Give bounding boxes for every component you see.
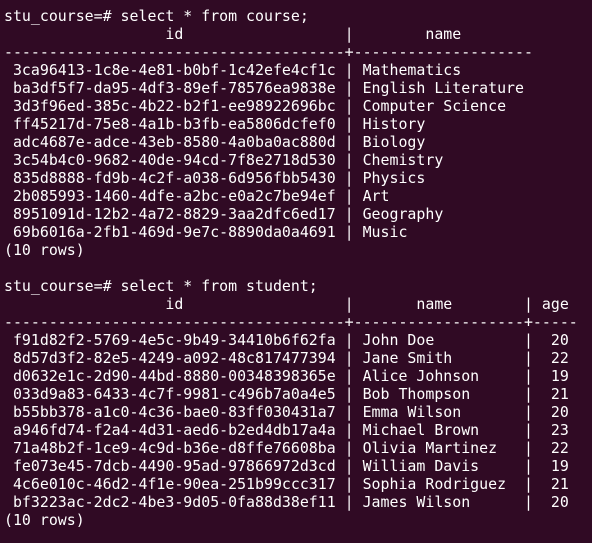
table-header: id | name | age bbox=[4, 295, 569, 313]
table-row: b55bb378-a1c0-4c36-bae0-83ff030431a7 | E… bbox=[4, 403, 569, 421]
table-row: 8d57d3f2-82e5-4249-a092-48c817477394 | J… bbox=[4, 349, 569, 367]
row-count: (10 rows) bbox=[4, 241, 85, 259]
table-row: 033d9a83-6433-4c7f-9981-c496b7a0a4e5 | B… bbox=[4, 385, 569, 403]
table-row: 3ca96413-1c8e-4e81-b0bf-1c42efe4cf1c | M… bbox=[4, 61, 462, 79]
table-row: 835d8888-fd9b-4c2f-a038-6d956fbb5430 | P… bbox=[4, 169, 426, 187]
table-separator: --------------------------------------+-… bbox=[4, 313, 578, 331]
table-row: adc4687e-adce-43eb-8580-4a0ba0ac880d | B… bbox=[4, 133, 426, 151]
table-row: bf3223ac-2dc2-4be3-9d05-0fa88d38ef11 | J… bbox=[4, 493, 569, 511]
table-row: 3c54b4c0-9682-40de-94cd-7f8e2718d530 | C… bbox=[4, 151, 444, 169]
table-row: 3d3f96ed-385c-4b22-b2f1-ee98922696bc | C… bbox=[4, 97, 507, 115]
table-row: f91d82f2-5769-4e5c-9b49-34410b6f62fa | J… bbox=[4, 331, 569, 349]
table-row: 8951091d-12b2-4a72-8829-3aa2dfc6ed17 | G… bbox=[4, 205, 444, 223]
table-row: ff45217d-75e8-4a1b-b3fb-ea5806dcfef0 | H… bbox=[4, 115, 426, 133]
prompt-line: stu_course=# select * from student; bbox=[4, 277, 318, 295]
table-row: fe073e45-7dcb-4490-95ad-97866972d3cd | W… bbox=[4, 457, 569, 475]
row-count: (10 rows) bbox=[4, 511, 85, 529]
table-row: 4c6e010c-46d2-4f1e-90ea-251b99ccc317 | S… bbox=[4, 475, 569, 493]
table-row: ba3df5f7-da95-4df3-89ef-78576ea9838e | E… bbox=[4, 79, 524, 97]
table-header: id | name bbox=[4, 25, 462, 43]
table-row: 2b085993-1460-4dfe-a2bc-e0a2c7be94ef | A… bbox=[4, 187, 390, 205]
table-row: a946fd74-f2a4-4d31-aed6-b2ed4db17a4a | M… bbox=[4, 421, 569, 439]
terminal-window[interactable]: stu_course=# select * from course; id | … bbox=[0, 0, 592, 543]
table-row: 69b6016a-2fb1-469d-9e7c-8890da0a4691 | M… bbox=[4, 223, 408, 241]
table-separator: --------------------------------------+-… bbox=[4, 43, 533, 61]
table-row: d0632e1c-2d90-44bd-8880-00348398365e | A… bbox=[4, 367, 569, 385]
prompt-line: stu_course=# select * from course; bbox=[4, 7, 309, 25]
table-row: 71a48b2f-1ce9-4c9d-b36e-d8ffe76608ba | O… bbox=[4, 439, 569, 457]
